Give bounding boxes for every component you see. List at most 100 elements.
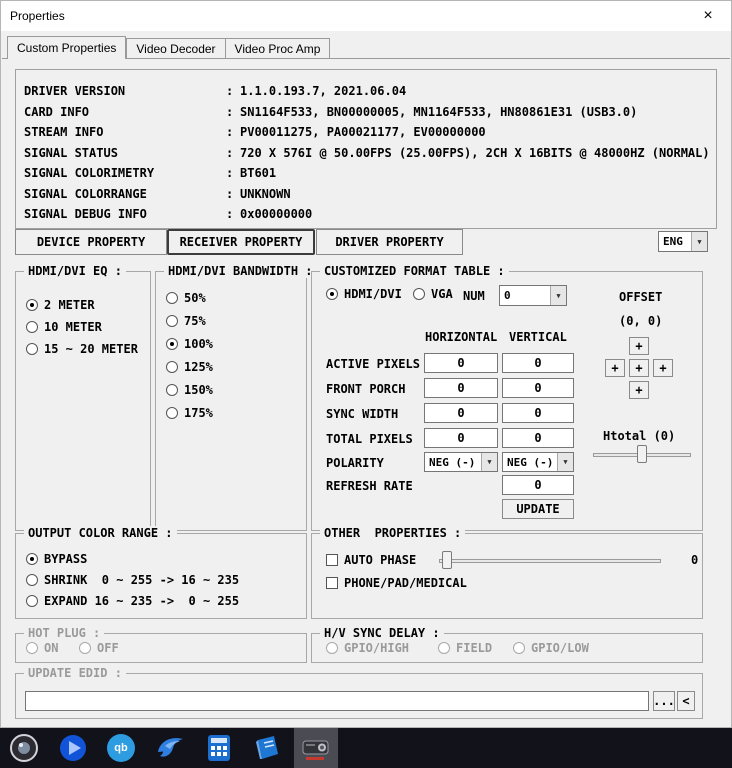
radio-bw-150[interactable]: 150% xyxy=(166,383,213,397)
radio-icon xyxy=(26,321,38,333)
sync-width-v-input[interactable] xyxy=(502,403,574,423)
radio-icon xyxy=(413,288,425,300)
radio-icon xyxy=(326,288,338,300)
receiver-property-button[interactable]: RECEIVER PROPERTY xyxy=(167,229,315,255)
radio-icon xyxy=(166,407,178,419)
radio-bw-50[interactable]: 50% xyxy=(166,291,206,305)
offset-center-button[interactable]: + xyxy=(629,359,649,377)
radio-sync-field[interactable]: FIELD xyxy=(438,641,492,655)
num-select[interactable]: 0 ▼ xyxy=(499,285,567,306)
radio-icon xyxy=(26,642,38,654)
refresh-rate-input[interactable] xyxy=(502,475,574,495)
window-title: Properties xyxy=(10,9,65,23)
radio-icon xyxy=(438,642,450,654)
active-pixels-v-input[interactable] xyxy=(502,353,574,373)
polarity-h-select[interactable]: NEG (-) ▼ xyxy=(424,452,498,472)
radio-hot-plug-on[interactable]: ON xyxy=(26,641,58,655)
taskbar-app-qbittorrent[interactable]: qb xyxy=(99,728,143,768)
radio-eq-15-20-meter[interactable]: 15 ~ 20 METER xyxy=(26,342,138,356)
chevron-down-icon: ▼ xyxy=(557,453,573,471)
edid-path-input[interactable] xyxy=(25,691,649,711)
radio-range-bypass[interactable]: BYPASS xyxy=(26,552,87,566)
front-porch-h-input[interactable] xyxy=(424,378,498,398)
slider-thumb[interactable] xyxy=(442,551,452,569)
refresh-rate-label: REFRESH RATE xyxy=(326,479,413,493)
slider-thumb[interactable] xyxy=(637,445,647,463)
taskbar-app-lens[interactable] xyxy=(2,728,46,768)
info-row-stream-info: STREAM INFO: PV00011275, PA00021177, EV00… xyxy=(24,125,486,140)
radio-icon xyxy=(26,574,38,586)
tab-video-decoder[interactable]: Video Decoder xyxy=(126,38,225,59)
taskbar-app-media-player[interactable] xyxy=(51,728,95,768)
radio-bw-100[interactable]: 100% xyxy=(166,337,213,351)
language-select[interactable]: ENG ▼ xyxy=(658,231,708,252)
front-porch-v-input[interactable] xyxy=(502,378,574,398)
radio-eq-2-meter[interactable]: 2 METER xyxy=(26,298,95,312)
close-icon[interactable]: × xyxy=(685,1,731,31)
info-row-signal-debug-info: SIGNAL DEBUG INFO:0x00000000 xyxy=(24,207,313,222)
radio-icon xyxy=(166,384,178,396)
radio-sync-gpio-high[interactable]: GPIO/HIGH xyxy=(326,641,409,655)
tab-strip: Custom Properties Video Decoder Video Pr… xyxy=(7,36,331,59)
polarity-label: POLARITY xyxy=(326,456,384,470)
radio-icon xyxy=(166,315,178,327)
info-row-signal-status: SIGNAL STATUS:720 X 576I @ 50.00FPS (25.… xyxy=(24,145,710,160)
htotal-label: Htotal (0) xyxy=(603,429,676,443)
radio-format-hdmi-dvi[interactable]: HDMI/DVI xyxy=(326,287,402,301)
group-title: H/V SYNC DELAY : xyxy=(320,626,444,640)
radio-range-shrink[interactable]: SHRINK 0 ~ 255 -> 16 ~ 235 xyxy=(26,573,239,587)
driver-property-button[interactable]: DRIVER PROPERTY xyxy=(316,229,463,255)
radio-sync-gpio-low[interactable]: GPIO/LOW xyxy=(513,641,589,655)
update-button[interactable]: UPDATE xyxy=(502,499,574,519)
info-row-card-info: CARD INFO: SN1164F533, BN00000005, MN1164… xyxy=(24,104,638,119)
radio-icon xyxy=(79,642,91,654)
active-pixels-h-input[interactable] xyxy=(424,353,498,373)
radio-icon xyxy=(26,553,38,565)
radio-icon xyxy=(26,299,38,311)
play-icon xyxy=(60,735,86,761)
radio-bw-75[interactable]: 75% xyxy=(166,314,206,328)
driver-info-panel: DRIVER VERSION:1.1.0.193.7, 2021.06.04 C… xyxy=(15,69,717,229)
group-title: UPDATE EDID : xyxy=(24,666,126,680)
group-title: HDMI/DVI EQ : xyxy=(24,264,126,278)
sync-width-h-input[interactable] xyxy=(424,403,498,423)
checkbox-icon xyxy=(326,554,338,566)
group-title: HDMI/DVI BANDWIDTH : xyxy=(164,264,317,278)
horizontal-column-header: HORIZONTAL xyxy=(425,330,498,344)
checkbox-icon xyxy=(326,577,338,589)
offset-right-button[interactable]: + xyxy=(653,359,673,377)
taskbar-app-capture-active[interactable] xyxy=(294,728,338,768)
radio-bw-125[interactable]: 125% xyxy=(166,360,213,374)
info-row-signal-colorimetry: SIGNAL COLORIMETRY: BT601 xyxy=(24,166,277,181)
polarity-v-select[interactable]: NEG (-) ▼ xyxy=(502,452,574,472)
auto-phase-slider[interactable] xyxy=(439,551,661,569)
tab-video-proc-amp[interactable]: Video Proc Amp xyxy=(224,38,331,59)
auto-phase-checkbox[interactable]: AUTO PHASE xyxy=(326,553,416,567)
edid-back-button[interactable]: < xyxy=(677,691,695,711)
chevron-down-icon: ▼ xyxy=(550,286,566,305)
radio-eq-10-meter[interactable]: 10 METER xyxy=(26,320,102,334)
offset-left-button[interactable]: + xyxy=(605,359,625,377)
offset-up-button[interactable]: + xyxy=(629,337,649,355)
taskbar-app-thunderbird[interactable] xyxy=(148,728,192,768)
radio-format-vga[interactable]: VGA xyxy=(413,287,453,301)
offset-down-button[interactable]: + xyxy=(629,381,649,399)
edid-browse-button[interactable]: ... xyxy=(653,691,675,711)
htotal-slider[interactable] xyxy=(593,445,691,463)
device-property-button[interactable]: DEVICE PROPERTY xyxy=(15,229,167,255)
auto-phase-value: 0 xyxy=(691,553,699,567)
taskbar-app-book[interactable] xyxy=(245,728,289,768)
taskbar-app-calculator[interactable] xyxy=(197,728,241,768)
total-pixels-v-input[interactable] xyxy=(502,428,574,448)
titlebar: Properties × xyxy=(1,1,731,31)
info-row-signal-colorrange: SIGNAL COLORRANGE: UNKNOWN xyxy=(24,186,291,201)
total-pixels-h-input[interactable] xyxy=(424,428,498,448)
phone-pad-medical-checkbox[interactable]: PHONE/PAD/MEDICAL xyxy=(326,576,467,590)
chevron-down-icon: ▼ xyxy=(481,453,497,471)
sync-width-label: SYNC WIDTH xyxy=(326,407,399,421)
screen: Properties × Custom Properties Video Dec… xyxy=(0,0,732,768)
radio-hot-plug-off[interactable]: OFF xyxy=(79,641,119,655)
tab-custom-properties[interactable]: Custom Properties xyxy=(7,36,127,59)
radio-range-expand[interactable]: EXPAND 16 ~ 235 -> 0 ~ 255 xyxy=(26,594,239,608)
radio-bw-175[interactable]: 175% xyxy=(166,406,213,420)
